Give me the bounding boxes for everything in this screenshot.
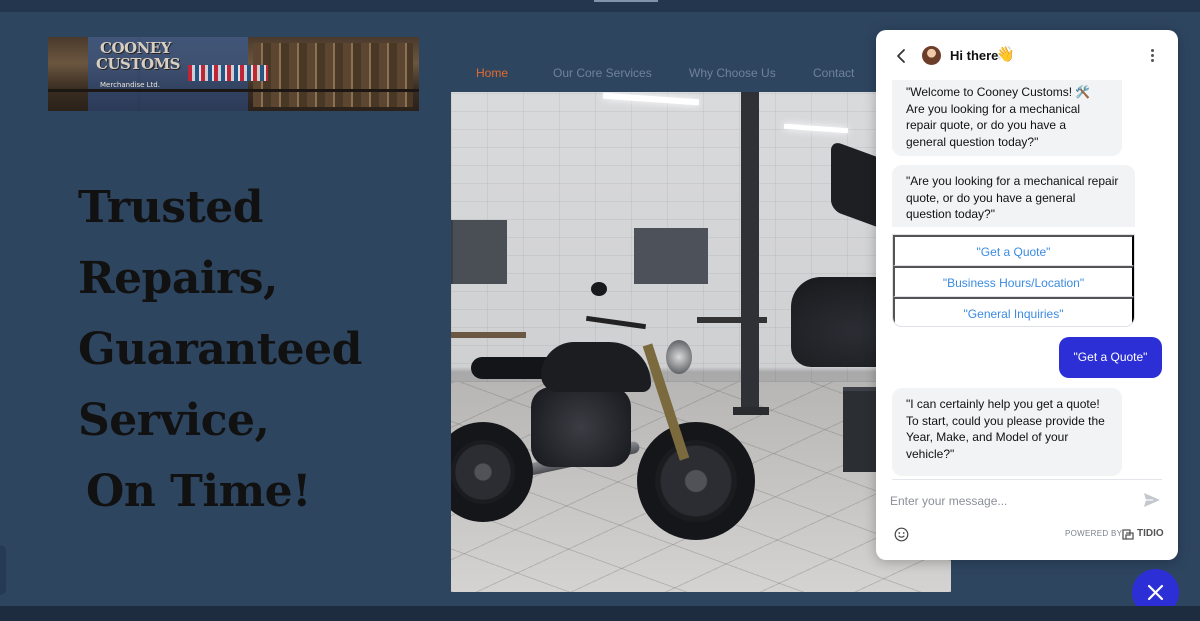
nav-why-choose-us[interactable]: Why Choose Us <box>689 66 776 80</box>
bottom-strip <box>0 606 1200 621</box>
hero-headline: Trusted Repairs, Guaranteed Service, On … <box>78 172 438 527</box>
logo-title-line1: COONEY <box>100 39 171 57</box>
logo-title: COONEY CUSTOMS <box>96 39 181 73</box>
motorcycle-engine <box>531 387 631 467</box>
chat-title: Hi there <box>950 48 999 63</box>
wall-cabinet <box>451 220 507 284</box>
nav-contact[interactable]: Contact <box>813 66 854 80</box>
message-input[interactable] <box>890 490 1130 512</box>
logo-tool-cans <box>188 65 268 81</box>
motorcycle-rear-wheel <box>451 422 533 522</box>
bot-message-reply: "I can certainly help you get a quote! T… <box>892 388 1122 476</box>
option-general-inquiries[interactable]: "General Inquiries" <box>893 297 1134 326</box>
chat-header: Hi there 👋 <box>876 30 1178 80</box>
back-arrow-icon[interactable] <box>894 47 908 65</box>
powered-by-label: POWERED BY <box>1065 529 1123 538</box>
motorcycle <box>451 282 771 552</box>
option-get-quote[interactable]: "Get a Quote" <box>893 235 1134 266</box>
option-business-hours[interactable]: "Business Hours/Location" <box>893 266 1134 297</box>
left-edge-shape <box>0 545 6 595</box>
motorcycle-mirror <box>591 282 607 296</box>
quick-reply-options: "Get a Quote" "Business Hours/Location" … <box>892 234 1135 327</box>
tidio-logo-icon <box>1122 529 1134 540</box>
nav-core-services[interactable]: Our Core Services <box>553 66 652 80</box>
user-message: "Get a Quote" <box>1059 337 1162 378</box>
headline-line: Trusted <box>78 182 264 233</box>
composer-divider <box>892 479 1162 480</box>
motorcycle-handlebar <box>585 315 647 330</box>
headline-line: Service, <box>78 395 270 446</box>
waving-hand-icon: 👋 <box>996 46 1015 63</box>
motorcycle-tank <box>541 342 651 392</box>
headline-line: Repairs, <box>78 253 278 304</box>
more-options-icon[interactable] <box>1148 47 1156 65</box>
emoji-icon[interactable] <box>894 527 909 542</box>
logo-shelf <box>48 89 419 92</box>
logo-subtitle: Merchandise Ltd. <box>100 81 160 89</box>
agent-avatar <box>922 46 941 65</box>
send-icon[interactable] <box>1143 492 1161 508</box>
close-icon <box>1147 584 1164 601</box>
logo-tool-wall <box>253 43 413 107</box>
bot-message-welcome: "Welcome to Cooney Customs! 🛠️ Are you l… <box>892 80 1122 156</box>
bot-message-question: "Are you looking for a mechanical repair… <box>892 165 1135 227</box>
motorcycle-front-wheel <box>637 422 755 540</box>
wall-cabinet <box>634 228 708 284</box>
headline-line: On Time! <box>86 466 311 517</box>
site-logo-banner[interactable]: COONEY CUSTOMS Merchandise Ltd. <box>48 37 419 111</box>
headline-line: Guaranteed <box>78 324 362 375</box>
chat-widget: Hi there 👋 "Welcome to Cooney Customs! 🛠… <box>876 30 1178 560</box>
top-tab-indicator <box>594 0 658 2</box>
tidio-brand-label: TIDIO <box>1137 528 1164 539</box>
motorcycle-headlight <box>666 340 692 374</box>
logo-title-line2: CUSTOMS <box>96 55 181 73</box>
nav-home[interactable]: Home <box>476 66 508 80</box>
